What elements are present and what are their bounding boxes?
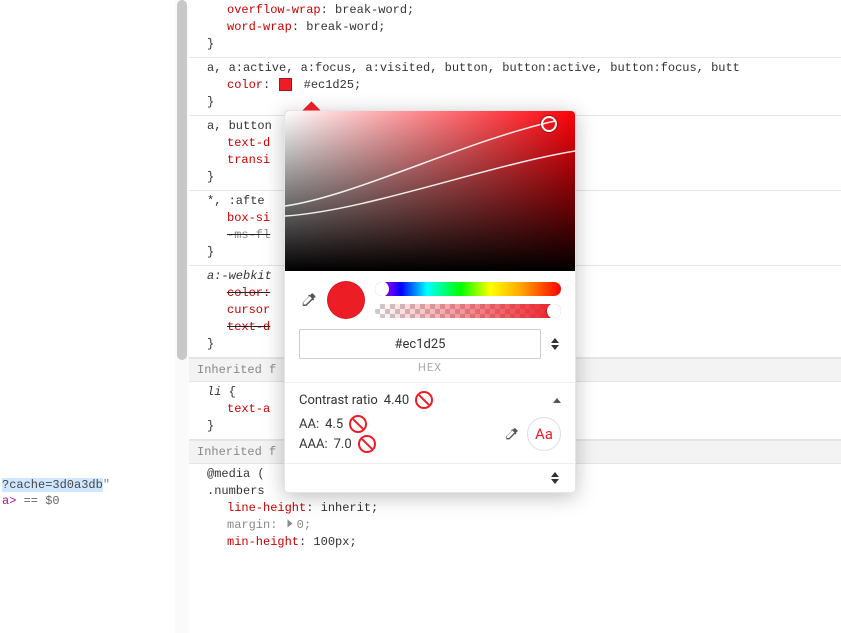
contrast-value: 4.40 xyxy=(384,393,409,408)
scrollbar-track[interactable] xyxy=(175,0,189,633)
elements-panel: ?cache=3d0a3db" a> == $0 xyxy=(0,0,176,633)
noentry-icon xyxy=(358,435,376,453)
hue-slider[interactable] xyxy=(375,282,561,296)
eq-dollar0: == $0 xyxy=(16,494,59,508)
hue-handle[interactable] xyxy=(375,282,389,296)
noentry-icon xyxy=(415,391,433,409)
color-picker-popover: HEX Contrast ratio 4.40 AA: 4.5 AAA: 7.0 xyxy=(284,110,576,493)
attr-highlight[interactable]: ?cache=3d0a3db xyxy=(2,478,103,492)
color-swatch[interactable] xyxy=(279,78,292,91)
dom-snippet: ?cache=3d0a3db" a> == $0 xyxy=(0,477,175,509)
noentry-icon xyxy=(349,415,367,433)
rule-0[interactable]: overflow-wrap: break-word; word-wrap: br… xyxy=(189,0,841,58)
sv-plane[interactable] xyxy=(285,111,575,271)
format-stepper[interactable] xyxy=(551,338,561,350)
palette-stepper[interactable] xyxy=(551,472,561,484)
rule-1[interactable]: a, a:active, a:focus, a:visited, button,… xyxy=(189,58,841,116)
sv-cursor[interactable] xyxy=(541,116,557,132)
bg-color-button[interactable]: Aa xyxy=(527,417,561,451)
eyedropper-icon[interactable] xyxy=(299,291,317,309)
alpha-handle[interactable] xyxy=(547,304,561,318)
big-swatch xyxy=(327,281,365,319)
expand-shorthand-icon[interactable] xyxy=(287,520,292,528)
contrast-label: Contrast ratio xyxy=(299,393,378,408)
alpha-slider[interactable] xyxy=(375,304,561,318)
hex-label: HEX xyxy=(285,361,575,382)
contrast-expand[interactable] xyxy=(553,398,561,403)
hex-input[interactable] xyxy=(299,329,541,359)
scrollbar-thumb[interactable] xyxy=(177,0,187,360)
bg-eyedropper-icon[interactable] xyxy=(503,426,519,442)
